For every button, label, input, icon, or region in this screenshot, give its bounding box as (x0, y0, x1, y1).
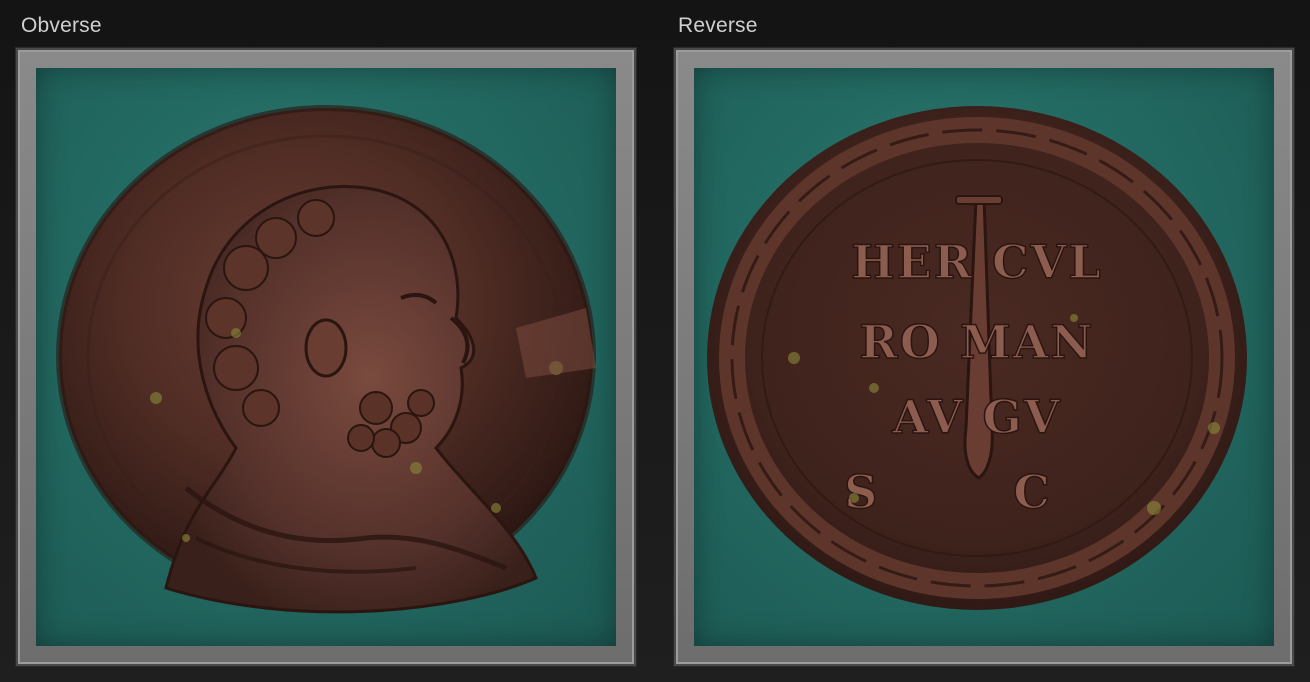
reverse-coin-image: HER CVL RO MAN AV GV S C (707, 106, 1247, 610)
obverse-coin-image (56, 105, 596, 614)
reverse-frame: HER CVL RO MAN AV GV S C (674, 48, 1294, 666)
inscription-line-3: AV GV (891, 390, 1061, 444)
reverse-photo[interactable]: HER CVL RO MAN AV GV S C (694, 68, 1274, 646)
obverse-photo[interactable] (36, 68, 616, 646)
coin-viewer: Obverse Reverse HER CVL RO MAN AV GV S C (0, 0, 1310, 682)
obverse-title: Obverse (21, 14, 102, 37)
inscription-line-2: RO MAN (860, 315, 1095, 369)
inscription-line-4: S C (844, 465, 1110, 519)
inscription-line-1: HER CVL (851, 235, 1102, 289)
obverse-frame (16, 48, 636, 666)
reverse-title: Reverse (678, 14, 758, 37)
